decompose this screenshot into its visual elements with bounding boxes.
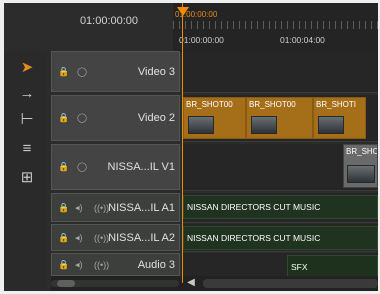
audio-clip[interactable]: NISSAN DIRECTORS CUT MUSIC bbox=[183, 226, 378, 250]
track-select-tool-icon[interactable]: → bbox=[17, 85, 37, 103]
clip-label: BR_SHOT00 bbox=[249, 100, 296, 109]
video-clip[interactable]: BR_SHOT00 bbox=[183, 97, 246, 139]
selection-tool-icon[interactable]: ➤ bbox=[17, 59, 37, 77]
timeline-panel: 01:00:00:00 01:00:00:00 01:00:00:00 01:0… bbox=[4, 3, 378, 291]
playhead-handle[interactable] bbox=[177, 7, 189, 16]
track-header-video2[interactable]: 🔒 ◯ Video 2 bbox=[51, 95, 180, 141]
clip-label: SFX bbox=[291, 262, 308, 272]
track-name: Video 3 bbox=[137, 65, 175, 78]
track-header-a1[interactable]: 🔒 ◂) ((•)) NISSA...IL A1 bbox=[51, 193, 180, 222]
track-header-video3[interactable]: 🔒 ◯ Video 3 bbox=[51, 51, 180, 92]
lock-icon[interactable]: 🔒 bbox=[58, 66, 69, 77]
speaker-icon[interactable]: ◂) bbox=[75, 259, 83, 270]
track-header-v1[interactable]: 🔒 ◯ NISSA...IL V1 bbox=[51, 144, 180, 190]
audio-clip[interactable]: NISSAN DIRECTORS CUT MUSIC bbox=[183, 195, 378, 219]
timeline-scrollbar[interactable] bbox=[203, 279, 378, 288]
playhead-line[interactable] bbox=[182, 3, 183, 283]
broadcast-icon[interactable]: ((•)) bbox=[94, 233, 109, 243]
clip-thumbnail bbox=[347, 165, 375, 183]
track-name: Video 2 bbox=[137, 112, 175, 124]
lock-icon[interactable]: 🔒 bbox=[58, 113, 69, 124]
ripple-edit-tool-icon[interactable]: ⊢ bbox=[17, 111, 37, 129]
clip-thumbnail bbox=[251, 116, 277, 134]
chevron-left-icon[interactable]: ◀ bbox=[184, 277, 198, 290]
track-name: Audio 3 bbox=[137, 258, 175, 271]
timeline-footer: ◀ bbox=[51, 276, 378, 291]
ruler-label-start: 01:00:00:00 bbox=[179, 35, 224, 45]
ruler-label-4s: 01:00:04:00 bbox=[280, 35, 325, 45]
broadcast-icon[interactable]: ((•)) bbox=[94, 203, 109, 213]
clip-label: BR_SHOTI bbox=[316, 100, 357, 109]
clip-label: NISSAN DIRECTORS CUT MUSIC bbox=[187, 202, 321, 212]
video-clip[interactable]: BR_SHOTI bbox=[313, 97, 366, 139]
rolling-edit-tool-icon[interactable]: ≡ bbox=[17, 140, 37, 158]
lock-icon[interactable]: 🔒 bbox=[58, 232, 69, 243]
broadcast-icon[interactable]: ((•)) bbox=[94, 260, 109, 270]
speaker-icon[interactable]: ◂) bbox=[75, 232, 83, 243]
eye-icon[interactable]: ◯ bbox=[77, 113, 87, 124]
clip-thumbnail bbox=[318, 116, 344, 134]
track-header-scrollbar[interactable] bbox=[51, 280, 179, 287]
lane-video2[interactable]: BR_SHOT00 BR_SHOT00 BR_SHOTI bbox=[183, 95, 378, 142]
eye-icon[interactable]: ◯ bbox=[77, 162, 87, 173]
lane-v1[interactable]: BR_SHO bbox=[183, 144, 378, 191]
ruler-ticks bbox=[173, 21, 378, 29]
video-clip[interactable]: BR_SHOT00 bbox=[246, 97, 313, 139]
clip-label: NISSAN DIRECTORS CUT MUSIC bbox=[187, 233, 321, 243]
slip-tool-icon[interactable]: ⊞ bbox=[17, 169, 37, 187]
track-name: NISSA...IL A1 bbox=[108, 201, 175, 214]
lock-icon[interactable]: 🔒 bbox=[58, 162, 69, 173]
speaker-icon[interactable]: ◂) bbox=[75, 202, 83, 213]
scrollbar-thumb[interactable] bbox=[57, 280, 75, 287]
lane-video3[interactable] bbox=[183, 51, 378, 93]
clip-label: BR_SHOT00 bbox=[186, 100, 233, 109]
lane-a2[interactable]: NISSAN DIRECTORS CUT MUSIC bbox=[183, 224, 378, 252]
lock-icon[interactable]: 🔒 bbox=[58, 259, 69, 270]
clip-thumbnail bbox=[188, 116, 214, 134]
eye-icon[interactable]: ◯ bbox=[77, 66, 87, 77]
track-header-a2[interactable]: 🔒 ◂) ((•)) NISSA...IL A2 bbox=[51, 224, 180, 251]
time-ruler[interactable]: 01:00:00:00 01:00:00:00 01:00:04:00 bbox=[173, 3, 378, 52]
lane-a3[interactable]: SFX bbox=[183, 253, 378, 279]
lane-a1[interactable]: NISSAN DIRECTORS CUT MUSIC bbox=[183, 193, 378, 223]
video-clip[interactable]: BR_SHO bbox=[343, 144, 378, 188]
track-name: NISSA...IL A2 bbox=[108, 231, 175, 244]
tool-palette: ➤ → ⊢ ≡ ⊞ bbox=[4, 51, 47, 291]
lock-icon[interactable]: 🔒 bbox=[58, 202, 69, 213]
clip-label: BR_SHO bbox=[346, 147, 378, 156]
timeline-timecode[interactable]: 01:00:00:00 bbox=[54, 15, 164, 27]
track-header-a3[interactable]: 🔒 ◂) ((•)) Audio 3 bbox=[51, 253, 180, 276]
track-name: NISSA...IL V1 bbox=[107, 161, 175, 173]
